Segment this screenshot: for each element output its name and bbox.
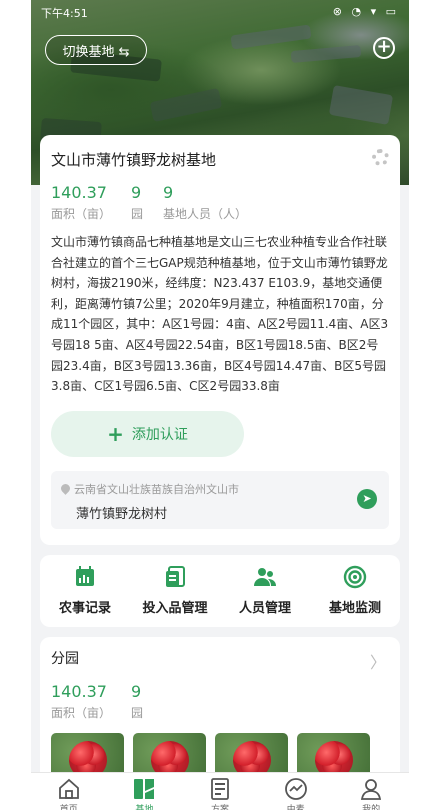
navigate-arrow-icon[interactable]: ➤ — [357, 488, 377, 509]
action-farm-records[interactable]: 农事记录 — [43, 565, 128, 627]
add-certification-label: 添加认证 — [131, 426, 188, 443]
user-icon — [361, 779, 382, 800]
app-screen: 下午4:51 ⊗ ◔ ▾ ▭ 切换基地 ⇆ + 文山市薄竹镇野龙树基地 140.… — [31, 0, 409, 810]
base-title: 文山市薄竹镇野龙树基地 — [51, 151, 217, 169]
sub-stat-gardens-value: 9 — [131, 682, 142, 701]
stat-area-value: 140.37 — [51, 183, 107, 202]
sub-garden-title: 分园 — [51, 651, 79, 667]
stat-staff: 9 基地人员（人） — [163, 183, 247, 222]
base-description: 文山市薄竹镇商品七种植基地是文山三七农业种植专业合作社联合社建立的首个三七GAP… — [51, 235, 389, 394]
stat-staff-label: 基地人员（人） — [163, 207, 248, 221]
action-staff-management[interactable]: 人员管理 — [223, 565, 308, 627]
tab-home[interactable]: 首页 — [39, 777, 99, 810]
tab-trend[interactable]: 由麦 — [266, 777, 326, 810]
chart-calendar-icon — [76, 566, 94, 586]
tab-profile-label: 我的 — [362, 805, 381, 810]
switch-base-button[interactable]: 切换基地 ⇆ — [45, 35, 147, 65]
base-info-card: 文山市薄竹镇野龙树基地 140.37 面积（亩） 9 园 9 基地人员（人） 文… — [40, 135, 400, 545]
status-time: 下午4:51 — [41, 7, 88, 20]
stat-area-label: 面积（亩） — [51, 207, 112, 221]
status-icons: ⊗ ◔ ▾ ▭ — [332, 5, 399, 18]
action-base-monitoring-label: 基地监测 — [328, 601, 381, 616]
sub-stat-area-value: 140.37 — [51, 682, 107, 701]
sub-stat-area: 140.37 面积（亩） — [51, 682, 111, 721]
tab-base-label: 基地 — [135, 805, 154, 810]
action-inputs-management-label: 投入品管理 — [142, 601, 208, 616]
home-icon — [58, 778, 79, 799]
trend-icon — [284, 778, 307, 800]
add-base-icon[interactable]: + — [373, 37, 395, 59]
stat-area: 140.37 面积（亩） — [51, 183, 111, 222]
action-staff-management-label: 人员管理 — [238, 601, 291, 616]
tab-base[interactable]: 基地 — [114, 777, 174, 810]
tab-trend-label: 由麦 — [286, 805, 305, 810]
bottom-tab-bar: 首页 基地 方案 由麦 我的 — [31, 772, 409, 810]
address-region: 云南省文山壮族苗族自治州文山市 — [74, 482, 239, 496]
document-list-icon — [166, 566, 185, 587]
people-icon — [254, 568, 276, 586]
action-inputs-management[interactable]: 投入品管理 — [133, 565, 218, 627]
plus-icon: + — [107, 421, 124, 446]
stat-gardens: 9 园 — [131, 183, 143, 222]
location-pin-icon — [59, 482, 72, 496]
switch-base-label: 切换基地 ⇆ — [62, 44, 130, 60]
action-farm-records-label: 农事记录 — [58, 601, 111, 616]
tab-home-label: 首页 — [59, 805, 78, 810]
base-address[interactable]: 云南省文山壮族苗族自治州文山市 薄竹镇野龙树村 ➤ — [51, 470, 389, 529]
quick-actions: 农事记录 投入品管理 人员管理 基地监测 — [40, 555, 400, 627]
sub-stat-area-label: 面积（亩） — [51, 706, 112, 720]
tab-plan-label: 方案 — [210, 805, 229, 810]
add-certification-button[interactable]: + 添加认证 — [51, 410, 244, 457]
stat-gardens-value: 9 — [131, 183, 142, 202]
stat-staff-value: 9 — [163, 183, 174, 202]
tab-plan[interactable]: 方案 — [190, 777, 250, 810]
base-stats: 140.37 面积（亩） 9 园 9 基地人员（人） — [51, 183, 389, 222]
action-base-monitoring[interactable]: 基地监测 — [313, 565, 398, 627]
target-icon — [343, 565, 367, 589]
chevron-right-icon[interactable]: 〉 — [370, 649, 386, 673]
stat-gardens-label: 园 — [131, 207, 144, 221]
sub-stat-gardens: 9 园 — [131, 682, 143, 721]
sub-stat-gardens-label: 园 — [131, 706, 144, 720]
tab-profile[interactable]: 我的 — [341, 777, 401, 810]
add-base-glyph: + — [376, 36, 392, 57]
status-bar: 下午4:51 ⊗ ◔ ▾ ▭ — [31, 2, 409, 22]
plan-doc-icon — [211, 778, 229, 800]
settings-gear-icon[interactable] — [372, 149, 389, 166]
base-grid-icon — [134, 779, 155, 799]
sub-garden-stats: 140.37 面积（亩） 9 园 — [51, 682, 389, 721]
address-village: 薄竹镇野龙树村 — [76, 506, 168, 522]
